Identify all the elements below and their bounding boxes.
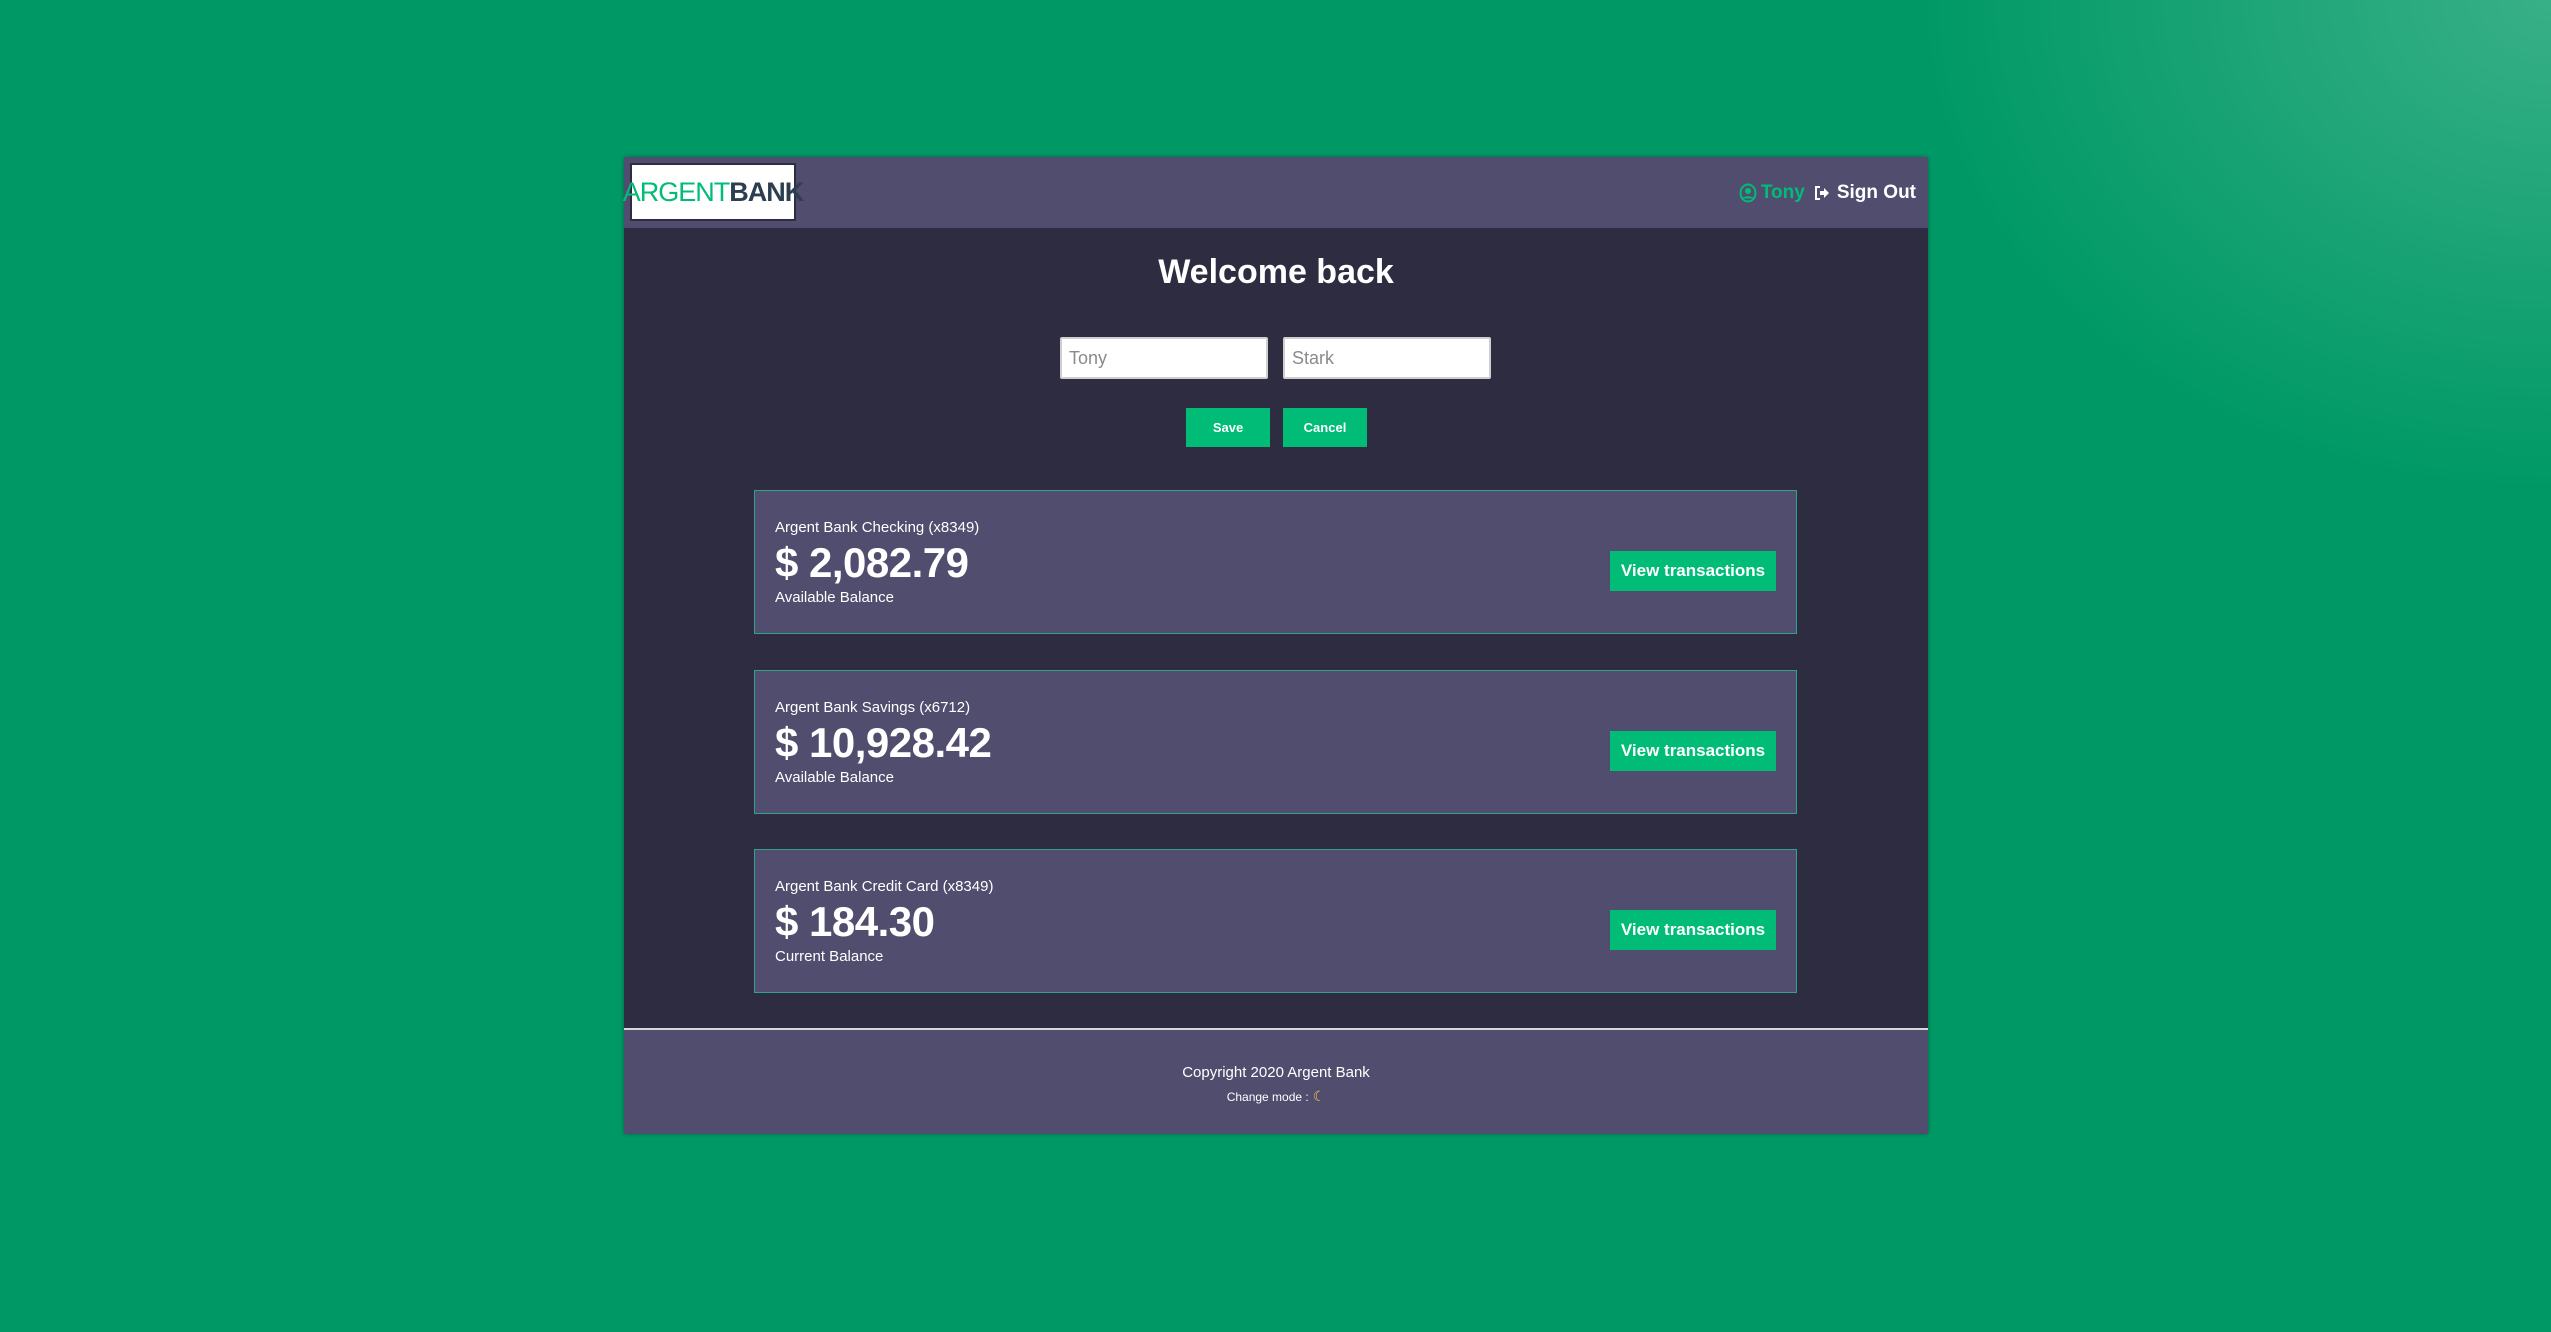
account-amount: $ 10,928.42 (775, 719, 992, 766)
account-card-savings: Argent Bank Savings (x6712) $ 10,928.42 … (754, 670, 1797, 814)
account-amount: $ 184.30 (775, 898, 935, 945)
cancel-button[interactable]: Cancel (1283, 408, 1367, 447)
copyright-text: Copyright 2020 Argent Bank (1182, 1064, 1370, 1081)
account-card-credit: Argent Bank Credit Card (x8349) $ 184.30… (754, 849, 1797, 993)
account-card-checking: Argent Bank Checking (x8349) $ 2,082.79 … (754, 490, 1797, 634)
nav-user-name: Tony (1760, 181, 1805, 203)
change-mode-row: Change mode : ☾ (624, 1088, 1928, 1105)
account-amount-description: Available Balance (775, 589, 894, 606)
save-button[interactable]: Save (1186, 408, 1270, 447)
argent-bank-logo[interactable]: ARGENT BANK (623, 163, 804, 221)
page-title: Welcome back (1158, 253, 1394, 291)
app-window: ARGENT BANK Tony Sign Out Welcome back T… (623, 157, 1928, 1134)
first-name-input[interactable] (1060, 337, 1268, 379)
account-title: Argent Bank Checking (x8349) (775, 519, 980, 536)
sign-out-link[interactable]: Sign Out (1813, 182, 1916, 204)
logo-text-argent: ARGENT (622, 176, 731, 207)
account-amount: $ 2,082.79 (775, 539, 969, 586)
account-title: Argent Bank Savings (x6712) (775, 699, 971, 716)
main-nav: ARGENT BANK Tony Sign Out (623, 157, 1928, 228)
view-transactions-button[interactable]: View transactions (1610, 551, 1776, 591)
user-circle-icon (1739, 183, 1757, 202)
nav-actions: Tony Sign Out (1739, 157, 1916, 228)
change-mode-label: Change mode : (1226, 1089, 1309, 1104)
logo-text-bank: BANK (729, 176, 804, 207)
account-amount-description: Current Balance (775, 948, 884, 965)
account-title: Argent Bank Credit Card (x8349) (775, 878, 994, 895)
footer: Copyright 2020 Argent Bank Change mode :… (624, 1028, 1928, 1134)
last-name-input[interactable] (1283, 337, 1491, 379)
sign-out-label: Sign Out (1836, 181, 1916, 203)
moon-icon[interactable]: ☾ (1313, 1088, 1326, 1105)
view-transactions-button[interactable]: View transactions (1610, 731, 1776, 771)
sign-out-icon (1814, 185, 1829, 200)
account-amount-description: Available Balance (775, 769, 894, 786)
view-transactions-button[interactable]: View transactions (1610, 910, 1776, 950)
nav-user-link[interactable]: Tony (1739, 182, 1805, 204)
